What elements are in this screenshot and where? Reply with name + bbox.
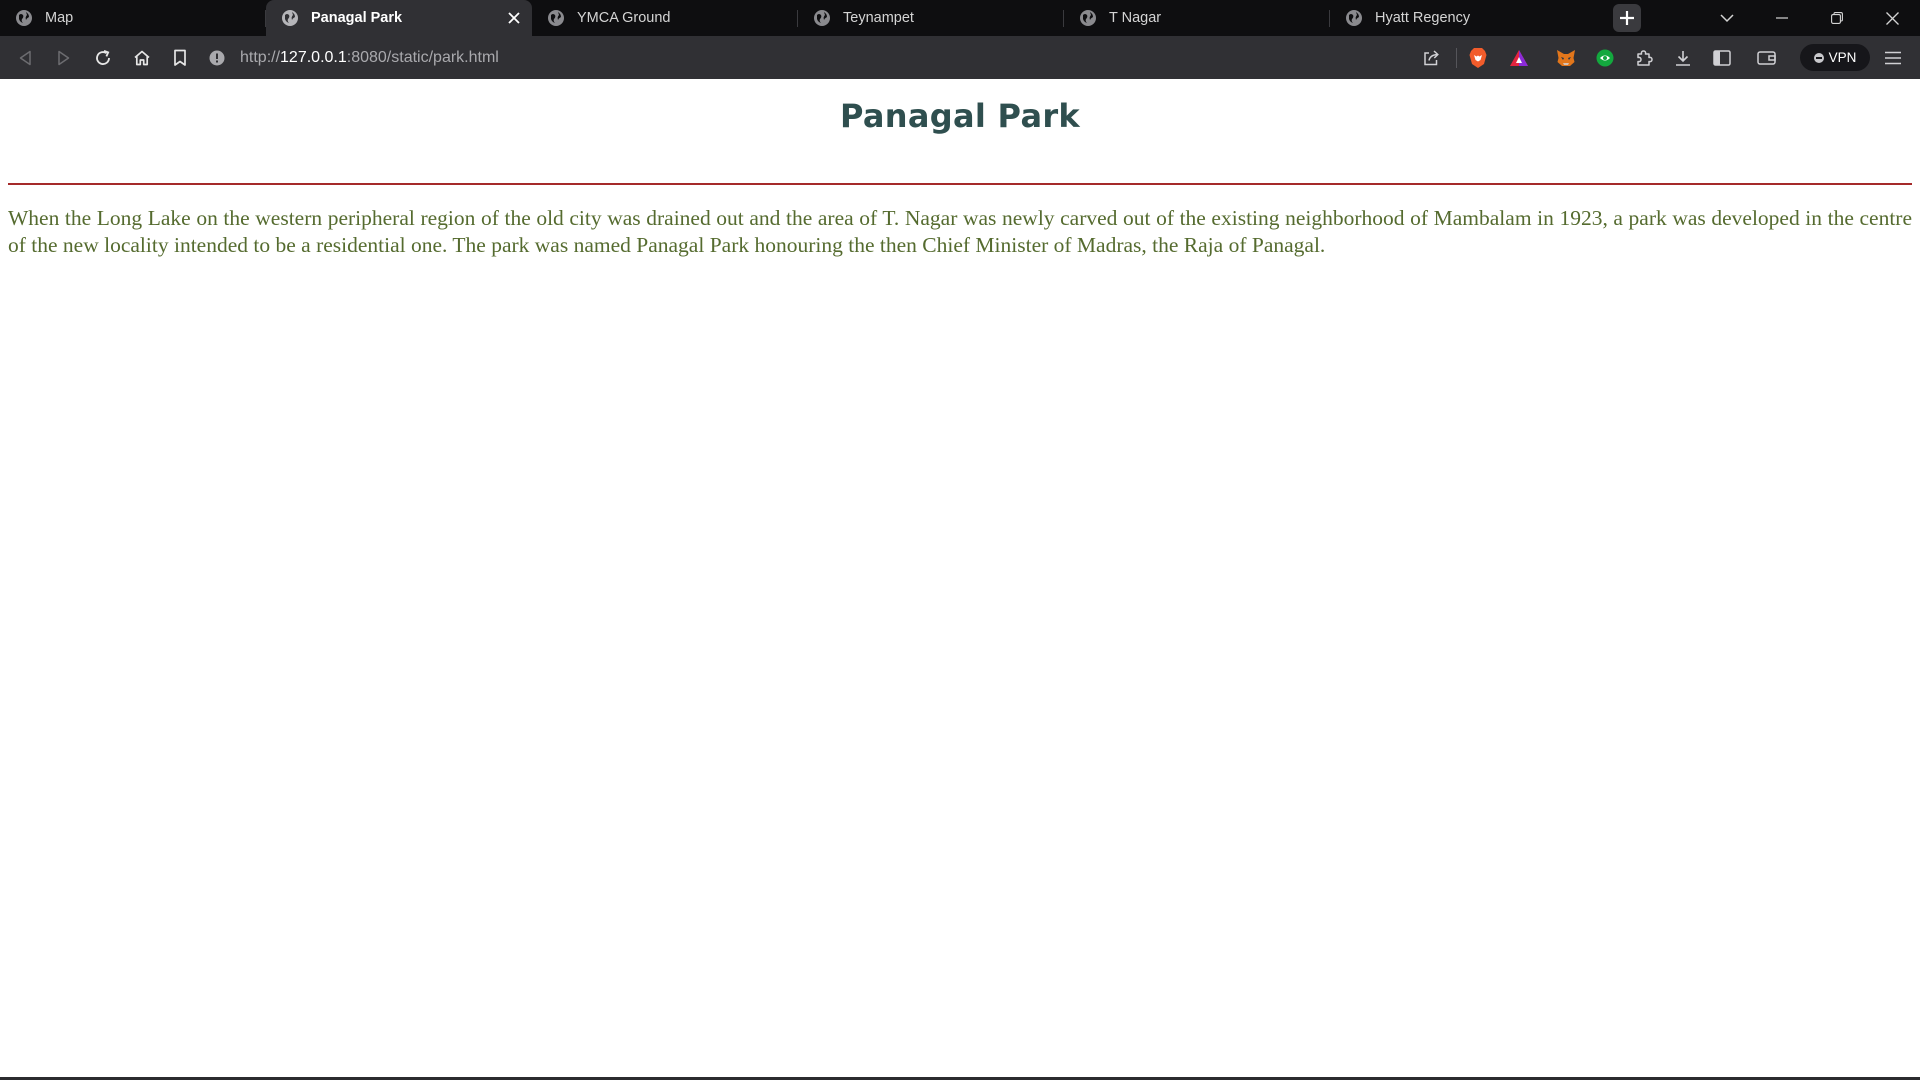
vpn-label: VPN: [1828, 50, 1857, 65]
tab-title: Panagal Park: [311, 10, 403, 26]
toolbar-divider: [1456, 48, 1457, 68]
tab-title: T Nagar: [1109, 10, 1162, 26]
globe-icon: [1346, 10, 1362, 26]
tab-hyatt-regency[interactable]: Hyatt Regency: [1330, 0, 1596, 36]
tab-title: Map: [45, 10, 74, 26]
globe-icon: [1080, 10, 1096, 26]
plus-icon: [1620, 11, 1634, 25]
downloads-button[interactable]: [1669, 44, 1697, 72]
green-extension-button[interactable]: [1591, 44, 1619, 72]
bookmark-icon: [174, 49, 186, 66]
tab-title: Teynampet: [843, 10, 914, 26]
horizontal-rule: [8, 183, 1912, 185]
brave-shields-button[interactable]: [1464, 44, 1492, 72]
vpn-status-icon: [1813, 52, 1824, 63]
puzzle-extensions-icon: [1637, 50, 1653, 66]
share-button[interactable]: [1417, 44, 1445, 72]
page-title: Panagal Park: [839, 97, 1081, 135]
address-bar[interactable]: http://127.0.0.1:8080/static/park.html: [208, 42, 499, 73]
tab-panagal-park[interactable]: Panagal Park: [266, 0, 532, 36]
download-icon: [1676, 51, 1690, 66]
brave-rewards-button[interactable]: [1505, 44, 1533, 72]
tab-strip: Map Panagal Park YMCA Ground Teynampet T…: [0, 0, 1920, 36]
url-text: http://127.0.0.1:8080/static/park.html: [240, 49, 499, 67]
minimize-icon: [1776, 17, 1788, 19]
forward-icon: [58, 50, 70, 66]
brave-rewards-icon: [1510, 50, 1528, 66]
home-icon: [134, 50, 150, 66]
chevron-down-icon: [1720, 14, 1734, 23]
wallet-icon: [1757, 51, 1776, 65]
share-icon: [1424, 50, 1439, 66]
close-icon[interactable]: [504, 8, 524, 28]
restore-icon: [1831, 12, 1843, 24]
new-tab-button[interactable]: [1613, 4, 1641, 32]
tab-map[interactable]: Map: [0, 0, 266, 36]
url-path: :8080/static/park.html: [346, 48, 499, 66]
globe-icon: [814, 10, 830, 26]
home-button[interactable]: [128, 44, 156, 72]
url-scheme: http://: [240, 48, 281, 66]
vpn-button[interactable]: VPN: [1800, 44, 1870, 71]
url-host: 127.0.0.1: [280, 48, 347, 66]
forward-button[interactable]: [50, 44, 78, 72]
back-button[interactable]: [11, 44, 39, 72]
brave-shield-icon: [1469, 48, 1487, 68]
close-icon: [1885, 11, 1899, 25]
reload-button[interactable]: [89, 44, 117, 72]
metamask-extension-button[interactable]: [1552, 44, 1580, 72]
sidebar-icon: [1713, 50, 1731, 66]
extensions-button[interactable]: [1630, 44, 1658, 72]
wallet-button[interactable]: [1753, 44, 1781, 72]
main-menu-button[interactable]: [1879, 44, 1907, 72]
globe-icon: [16, 10, 32, 26]
info-icon[interactable]: [208, 49, 226, 67]
page-content: Panagal Park When the Long Lake on the w…: [0, 79, 1920, 1077]
reload-icon: [96, 49, 110, 65]
sidebar-button[interactable]: [1708, 44, 1736, 72]
tab-t-nagar[interactable]: T Nagar: [1064, 0, 1330, 36]
tab-title: Hyatt Regency: [1375, 10, 1471, 26]
metamask-fox-icon: [1557, 50, 1575, 66]
tab-title: YMCA Ground: [577, 10, 671, 26]
tab-search-button[interactable]: [1700, 0, 1754, 36]
bookmark-button[interactable]: [166, 44, 194, 72]
tab-teynampet[interactable]: Teynampet: [798, 0, 1064, 36]
close-window-button[interactable]: [1865, 0, 1919, 36]
restore-button[interactable]: [1810, 0, 1864, 36]
globe-icon: [548, 10, 564, 26]
globe-icon: [282, 10, 298, 26]
page-paragraph: When the Long Lake on the western periph…: [8, 206, 1912, 257]
back-icon: [19, 50, 31, 66]
browser-toolbar: http://127.0.0.1:8080/static/park.html V…: [0, 36, 1920, 79]
menu-icon: [1885, 51, 1901, 65]
tab-ymca-ground[interactable]: YMCA Ground: [532, 0, 798, 36]
minimize-button[interactable]: [1755, 0, 1809, 36]
extension-green-icon: [1596, 49, 1614, 67]
